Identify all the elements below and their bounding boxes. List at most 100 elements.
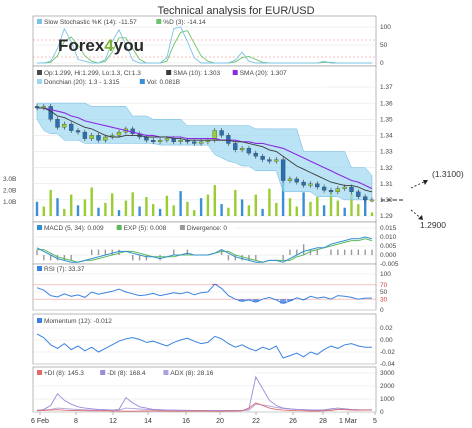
date-tick-label: 6 Feb	[31, 418, 49, 425]
volume-bar	[199, 198, 203, 216]
date-tick-label: 28	[319, 418, 327, 425]
legend-label: EXP (5): 0.008	[124, 225, 167, 232]
candle-body	[219, 130, 224, 136]
date-tick-label: 1 Mar	[339, 418, 358, 425]
volume-bar	[124, 200, 128, 216]
volume-bar	[227, 207, 230, 216]
y-tick-label: 1.33	[380, 149, 393, 156]
legend-label: MACD (5, 34): 0.009	[44, 225, 104, 232]
indicator-panels: 100500Slow Stochastic %K (14): -11.57 %D …	[3, 15, 399, 425]
y-tick-label: 0	[380, 60, 384, 67]
y-tick-label: 2000	[380, 383, 395, 390]
volume-bar	[76, 205, 80, 216]
candle-body	[48, 106, 53, 120]
volume-bar	[179, 191, 182, 216]
volume-bar	[206, 194, 210, 216]
candle-body	[315, 183, 320, 188]
y-tick-label: 50	[380, 42, 388, 49]
volume-bar	[302, 192, 305, 217]
candle-body	[89, 135, 94, 139]
volume-bar	[370, 212, 374, 216]
volume-bar	[49, 189, 52, 216]
legend-label: Momentum (12): -0.012	[44, 318, 112, 325]
arrow-down-right-icon	[410, 209, 424, 221]
candle-body	[363, 196, 368, 201]
volume-bar	[322, 205, 326, 216]
candle-body	[82, 131, 88, 139]
volume-bar	[172, 205, 175, 216]
candle-body	[103, 136, 108, 141]
volume-tick-label: 1.0B	[3, 199, 16, 206]
candle-body	[171, 138, 176, 142]
volume-bar	[70, 194, 73, 216]
arrow-up-right-icon	[410, 179, 429, 189]
volume-bar	[111, 193, 114, 216]
legend-swatch	[37, 266, 42, 271]
volume-tick-label: 3.0B	[3, 176, 16, 183]
candle-body	[294, 178, 299, 183]
candle-body	[280, 159, 286, 181]
volume-bar	[158, 208, 162, 216]
y-tick-label: 0.005	[380, 243, 397, 250]
y-tick-label: 100	[380, 24, 391, 31]
candle-body	[349, 186, 354, 192]
date-tick-label: 26	[289, 418, 297, 425]
candle-body	[164, 138, 170, 141]
candle-body	[335, 188, 340, 192]
level-low-label: 1.2900	[420, 220, 446, 230]
y-tick-label: 0.00	[380, 337, 393, 344]
volume-bar	[186, 201, 189, 216]
y-tick-label: 0.000	[380, 252, 397, 259]
candle-body	[253, 152, 258, 157]
y-tick-label: 3000	[380, 370, 395, 377]
y-tick-label: 0	[380, 409, 384, 416]
volume-bar	[165, 195, 169, 216]
legend-swatch	[37, 79, 42, 84]
date-tick-label: 12	[109, 418, 117, 425]
volume-bar	[336, 200, 339, 216]
y-tick-label: 100	[380, 271, 391, 278]
legend-swatch	[116, 225, 122, 230]
candle-body	[75, 130, 81, 133]
volume-bar	[288, 198, 292, 216]
legend-label: +DI (8): 145.3	[44, 370, 84, 377]
date-tick-label: 14	[144, 418, 152, 425]
volume-bar	[63, 208, 66, 216]
date-tick-label: 16	[182, 418, 190, 425]
candle-body	[144, 136, 149, 141]
y-tick-label: 70	[380, 282, 388, 289]
y-tick-label: 30	[380, 296, 388, 303]
candle-body	[267, 159, 272, 162]
candle-body	[274, 159, 279, 162]
volume-bar	[145, 197, 148, 216]
legend-label: Vol: 0.081B	[147, 79, 180, 86]
legend-swatch	[37, 70, 42, 75]
volume-bar	[83, 199, 87, 216]
volume-bar	[90, 187, 93, 216]
legend-label: SMA (10): 1.303	[173, 70, 220, 77]
candle-body	[321, 186, 327, 191]
candle-body	[96, 135, 101, 141]
y-tick-label: 0.015	[380, 225, 397, 232]
candle-body	[192, 141, 197, 144]
legend-swatch	[100, 370, 106, 375]
candle-body	[356, 191, 361, 197]
volume-bar	[275, 202, 278, 216]
legend-label: -DI (8): 168.4	[107, 370, 146, 377]
volume-bar	[240, 199, 244, 216]
chart-title: Technical analysis for EUR/USD	[157, 5, 314, 17]
y-tick-label: 1.36	[380, 100, 393, 107]
level-high-label: (1.3100)	[432, 169, 464, 179]
legend-swatch	[156, 19, 162, 24]
candle-body	[198, 141, 204, 144]
legend-swatch	[37, 19, 42, 24]
legend-swatch	[232, 70, 238, 75]
candle-body	[301, 181, 306, 186]
volume-bar	[42, 206, 45, 216]
volume-bar	[357, 204, 360, 216]
y-tick-label: -0.005	[380, 261, 399, 268]
y-tick-label: -0.02	[380, 349, 395, 356]
volume-bar	[316, 197, 319, 216]
candle-body	[239, 148, 245, 151]
dmi-panel: 3000 2000 1000 0 +DI (8): 145.3 -DI (8): 168.…	[32, 366, 395, 416]
